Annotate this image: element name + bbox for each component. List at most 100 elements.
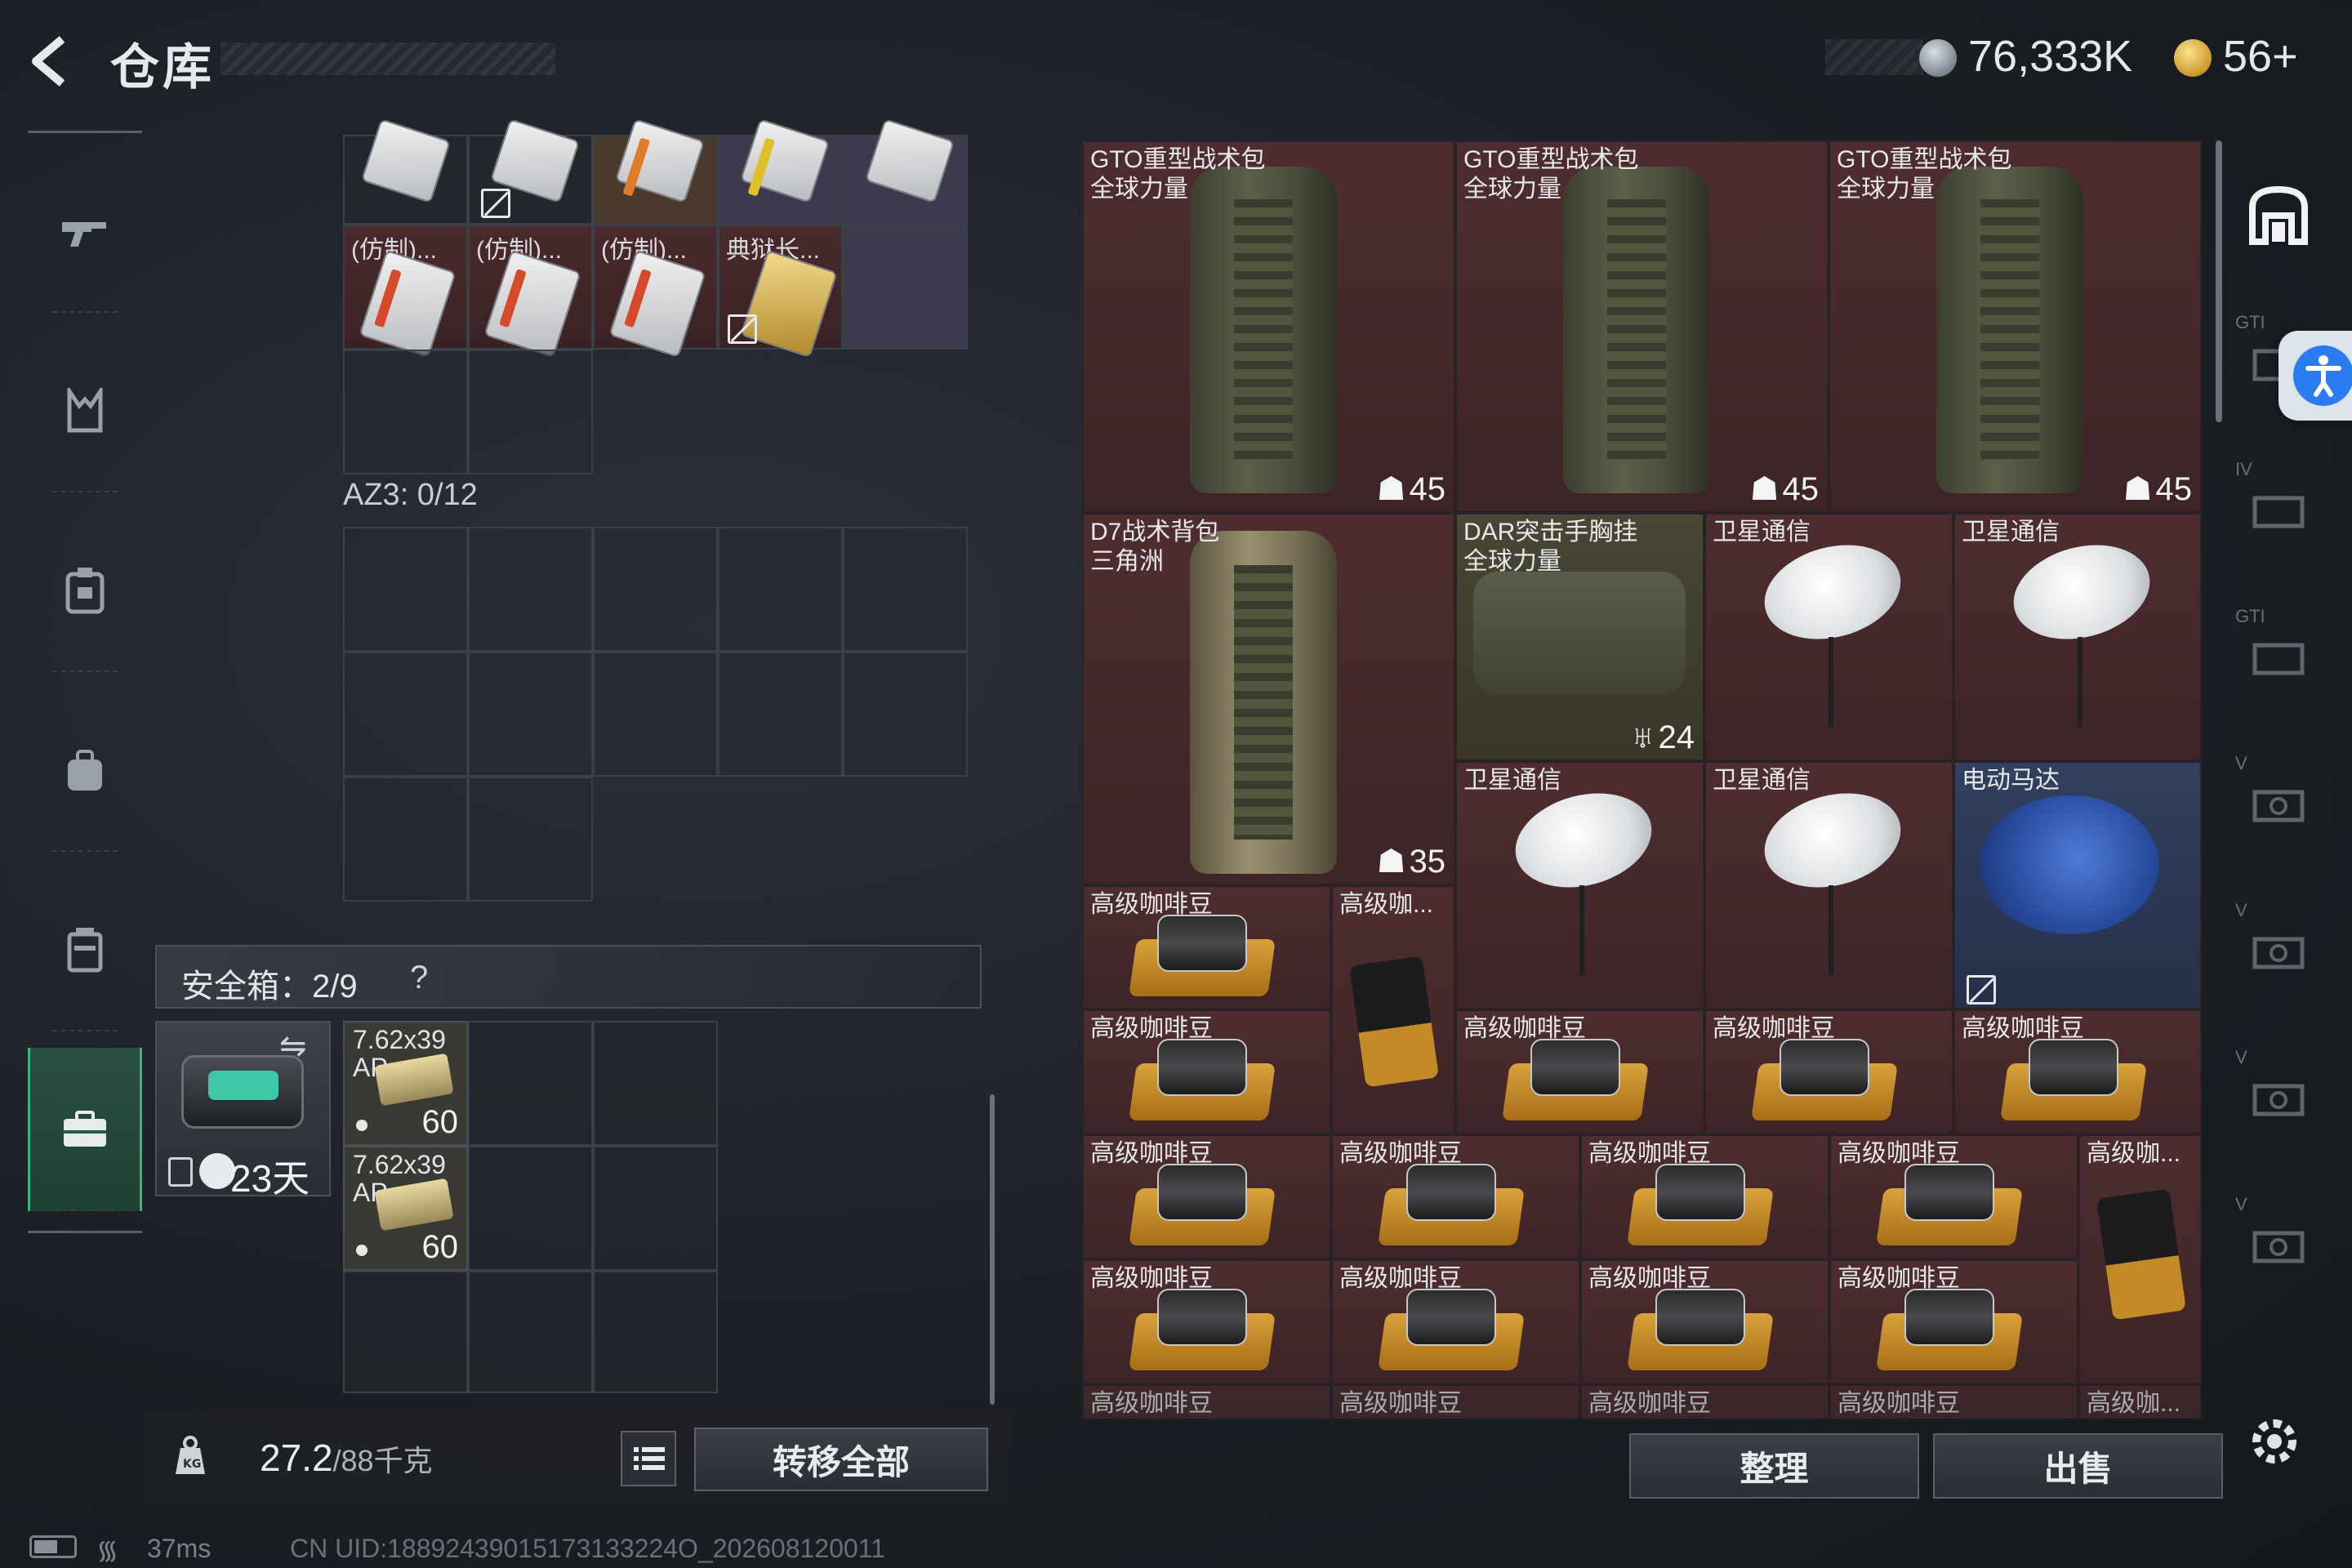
item-backpack[interactable]: GTO重型战术包 全球力量 ☗ 45 xyxy=(1082,140,1455,513)
grid-cell[interactable] xyxy=(343,527,468,652)
grid-cell[interactable] xyxy=(468,118,593,225)
item-backpack[interactable]: D7战术背包 三角洲 ☗ 35 xyxy=(1082,513,1455,885)
no-entry-icon xyxy=(481,189,510,218)
accessibility-button[interactable] xyxy=(2278,331,2352,421)
grid-cell-card[interactable]: 典狱长... xyxy=(718,225,843,359)
item-name: 高级咖啡豆 xyxy=(1090,1265,1213,1292)
tab-5[interactable]: V xyxy=(2225,875,2332,1022)
item-coffee-beans[interactable]: 高级咖啡豆 xyxy=(1082,885,1331,1009)
safe-box-item[interactable]: ⇋ 23天 xyxy=(155,1021,331,1200)
rail-item-safe-box[interactable] xyxy=(28,1048,142,1211)
grid-cell[interactable] xyxy=(593,527,718,652)
grid-cell[interactable] xyxy=(468,1271,593,1393)
grid-cell[interactable] xyxy=(718,652,843,777)
grid-cell[interactable] xyxy=(343,777,468,902)
grid-cell[interactable] xyxy=(468,350,593,474)
grid-cell[interactable] xyxy=(343,350,468,474)
transfer-all-button[interactable]: 转移全部 xyxy=(694,1428,988,1491)
tab-label: V xyxy=(2235,900,2247,920)
coffee-image xyxy=(1378,1164,1525,1254)
rail-item-vest[interactable] xyxy=(28,329,142,492)
tab-3[interactable]: GTI xyxy=(2225,581,2332,728)
item-coffee-beans[interactable]: 高级咖啡豆 xyxy=(1082,1134,1331,1259)
item-name: 高级咖啡豆 xyxy=(1713,1015,1835,1042)
grid-cell[interactable] xyxy=(343,1271,468,1393)
grid-cell[interactable] xyxy=(468,652,593,777)
rail-item-backpack[interactable] xyxy=(28,688,142,852)
grid-cell[interactable] xyxy=(718,527,843,652)
item-chest-rig[interactable]: DAR突击手胸挂 全球力量 ♅ 24 xyxy=(1455,513,1704,761)
grid-cell[interactable] xyxy=(718,118,843,225)
coffee-image xyxy=(1378,1289,1525,1379)
swap-icon[interactable]: ⇋ xyxy=(279,1027,307,1065)
sort-button[interactable]: 整理 xyxy=(1629,1433,1919,1499)
list-view-button[interactable] xyxy=(621,1431,676,1486)
item-satellite-comm[interactable]: 卫星通信 xyxy=(1455,761,1704,1009)
item-coffee-beans[interactable]: 高级咖啡豆 xyxy=(1082,1384,1331,1419)
item-coffee-beans[interactable]: 高级咖啡豆 xyxy=(1082,1009,1331,1134)
tab-4[interactable]: V xyxy=(2225,728,2332,875)
grid-cell[interactable] xyxy=(468,527,593,652)
grid-cell[interactable] xyxy=(843,527,968,652)
item-coffee-beans[interactable]: 高级咖啡豆 xyxy=(1331,1259,1580,1384)
sell-button[interactable]: 出售 xyxy=(1933,1433,2223,1499)
tab-2[interactable]: IV xyxy=(2225,434,2332,581)
item-satellite-comm[interactable]: 卫星通信 xyxy=(1953,513,2202,761)
rail-item-armor[interactable] xyxy=(28,509,142,672)
gear-icon[interactable] xyxy=(2242,1409,2307,1474)
item-coffee-beans[interactable]: 高级咖啡豆 xyxy=(1704,1009,1953,1134)
coffee-image xyxy=(1349,956,1439,1088)
grid-cell[interactable] xyxy=(343,652,468,777)
item-coffee-beans[interactable]: 高级咖啡豆 xyxy=(1455,1009,1704,1134)
grid-cell[interactable] xyxy=(468,777,593,902)
warehouse-scrollbar[interactable] xyxy=(2216,140,2222,422)
grid-cell[interactable] xyxy=(593,652,718,777)
item-coffee-beans[interactable]: 高级咖啡豆 xyxy=(1082,1259,1331,1384)
back-arrow-icon[interactable] xyxy=(24,33,82,90)
grid-cell[interactable] xyxy=(843,118,968,225)
item-faction: 三角洲 xyxy=(1090,548,1164,575)
item-coffee-beans-tall[interactable]: 高级咖... xyxy=(2078,1134,2202,1384)
backpack-image xyxy=(1936,167,2083,493)
tab-6[interactable]: V xyxy=(2225,1022,2332,1169)
grid-cell[interactable] xyxy=(468,1146,593,1271)
item-coffee-beans[interactable]: 高级咖... xyxy=(2078,1384,2202,1419)
item-electric-motor[interactable]: 电动马达 xyxy=(1953,761,2202,1009)
item-backpack[interactable]: GTO重型战术包 全球力量 ☗ 45 xyxy=(1829,140,2202,513)
tab-all[interactable] xyxy=(2225,140,2332,287)
grid-cell[interactable] xyxy=(593,1021,718,1146)
item-coffee-beans[interactable]: 高级咖啡豆 xyxy=(1580,1259,1829,1384)
item-satellite-comm[interactable]: 卫星通信 xyxy=(1704,513,1953,761)
rail-item-weapon[interactable] xyxy=(28,149,142,313)
tab-7[interactable]: V xyxy=(2225,1169,2332,1316)
item-coffee-beans[interactable]: 高级咖啡豆 xyxy=(1331,1134,1580,1259)
grid-cell-card[interactable]: (仿制)... xyxy=(468,225,593,359)
item-backpack[interactable]: GTO重型战术包 全球力量 ☗ 45 xyxy=(1455,140,1829,513)
grid-cell[interactable] xyxy=(843,225,968,350)
rail-item-pouch[interactable] xyxy=(28,868,142,1031)
grid-cell-card[interactable]: (仿制)... xyxy=(343,225,468,359)
grid-cell[interactable] xyxy=(593,1146,718,1271)
briefcase-icon xyxy=(64,1111,106,1147)
item-coffee-beans[interactable]: 高级咖啡豆 xyxy=(1580,1134,1829,1259)
grid-cell[interactable] xyxy=(343,118,468,225)
grid-cell[interactable] xyxy=(593,1271,718,1393)
grid-cell[interactable] xyxy=(468,1021,593,1146)
grid-cell[interactable] xyxy=(843,652,968,777)
item-coffee-beans[interactable]: 高级咖啡豆 xyxy=(1829,1259,2078,1384)
item-coffee-beans[interactable]: 高级咖啡豆 xyxy=(1331,1384,1580,1419)
ammo-cell[interactable]: 7.62x39 AP 60 xyxy=(343,1021,468,1146)
item-coffee-beans[interactable]: 高级咖啡豆 xyxy=(1953,1009,2202,1134)
help-icon[interactable]: ? xyxy=(410,960,428,996)
ammo-cell[interactable]: 7.62x39 AP 60 xyxy=(343,1146,468,1271)
item-coffee-beans[interactable]: 高级咖啡豆 xyxy=(1829,1134,2078,1259)
gun-icon xyxy=(62,222,106,247)
ping-readout: 37ms xyxy=(147,1534,212,1563)
left-scrollbar[interactable] xyxy=(990,1094,995,1405)
item-coffee-beans[interactable]: 高级咖啡豆 xyxy=(1580,1384,1829,1419)
item-satellite-comm[interactable]: 卫星通信 xyxy=(1704,761,1953,1009)
grid-cell[interactable] xyxy=(593,118,718,225)
grid-cell-card[interactable]: (仿制)... xyxy=(593,225,718,359)
item-coffee-beans-tall[interactable]: 高级咖... xyxy=(1331,885,1455,1134)
item-coffee-beans[interactable]: 高级咖啡豆 xyxy=(1829,1384,2078,1419)
